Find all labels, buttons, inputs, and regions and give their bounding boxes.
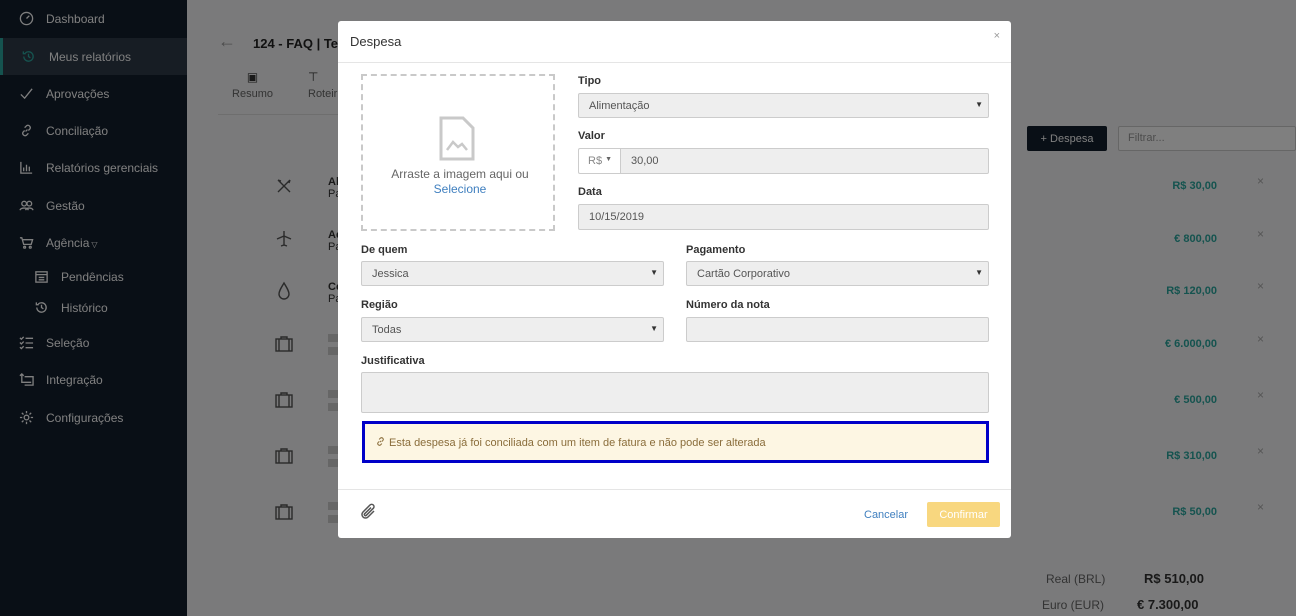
caret-down-icon: ▼ (605, 156, 612, 163)
select-file-link[interactable]: Selecione (434, 182, 487, 196)
dropzone-text: Arraste a imagem aqui ou Selecione (391, 167, 529, 196)
currency-select[interactable]: R$ ▼ (578, 148, 620, 174)
modal-title: Despesa (350, 34, 402, 49)
reconciled-notice: Esta despesa já foi conciliada com um it… (362, 421, 989, 463)
dequem-label: De quem (361, 244, 408, 256)
valor-label: Valor (578, 130, 605, 142)
caret-down-icon: ▼ (650, 268, 658, 277)
date-input[interactable]: 10/15/2019 (578, 204, 989, 230)
paperclip-icon[interactable] (360, 503, 378, 521)
tipo-select[interactable]: Alimentação ▼ (578, 93, 989, 118)
caret-down-icon: ▼ (650, 324, 658, 333)
modal-footer: Cancelar Confirmar (338, 489, 1011, 538)
valor-input[interactable]: 30,00 (620, 148, 989, 174)
tipo-label: Tipo (578, 75, 602, 87)
nota-input[interactable] (686, 317, 989, 342)
close-icon[interactable]: × (994, 30, 1000, 42)
image-dropzone[interactable]: Arraste a imagem aqui ou Selecione (361, 74, 555, 231)
nota-label: Número da nota (686, 299, 770, 311)
justificativa-textarea[interactable] (361, 372, 989, 413)
caret-down-icon: ▼ (975, 100, 983, 109)
modal-header: Despesa × (338, 21, 1011, 63)
regiao-select[interactable]: Todas ▼ (361, 317, 664, 342)
confirm-button[interactable]: Confirmar (927, 502, 1000, 527)
notice-text: Esta despesa já foi conciliada com um it… (389, 437, 766, 449)
pagamento-select[interactable]: Cartão Corporativo ▼ (686, 261, 989, 286)
regiao-label: Região (361, 299, 398, 311)
pagamento-label: Pagamento (686, 244, 746, 256)
expense-modal: Despesa × Arraste a imagem aqui ou Selec… (338, 21, 1011, 538)
dequem-select[interactable]: Jessica ▼ (361, 261, 664, 286)
image-file-icon (439, 116, 475, 161)
caret-down-icon: ▼ (975, 268, 983, 277)
data-label: Data (578, 186, 602, 198)
cancel-button[interactable]: Cancelar (864, 509, 908, 521)
link-icon (377, 437, 384, 446)
justificativa-label: Justificativa (361, 355, 425, 367)
